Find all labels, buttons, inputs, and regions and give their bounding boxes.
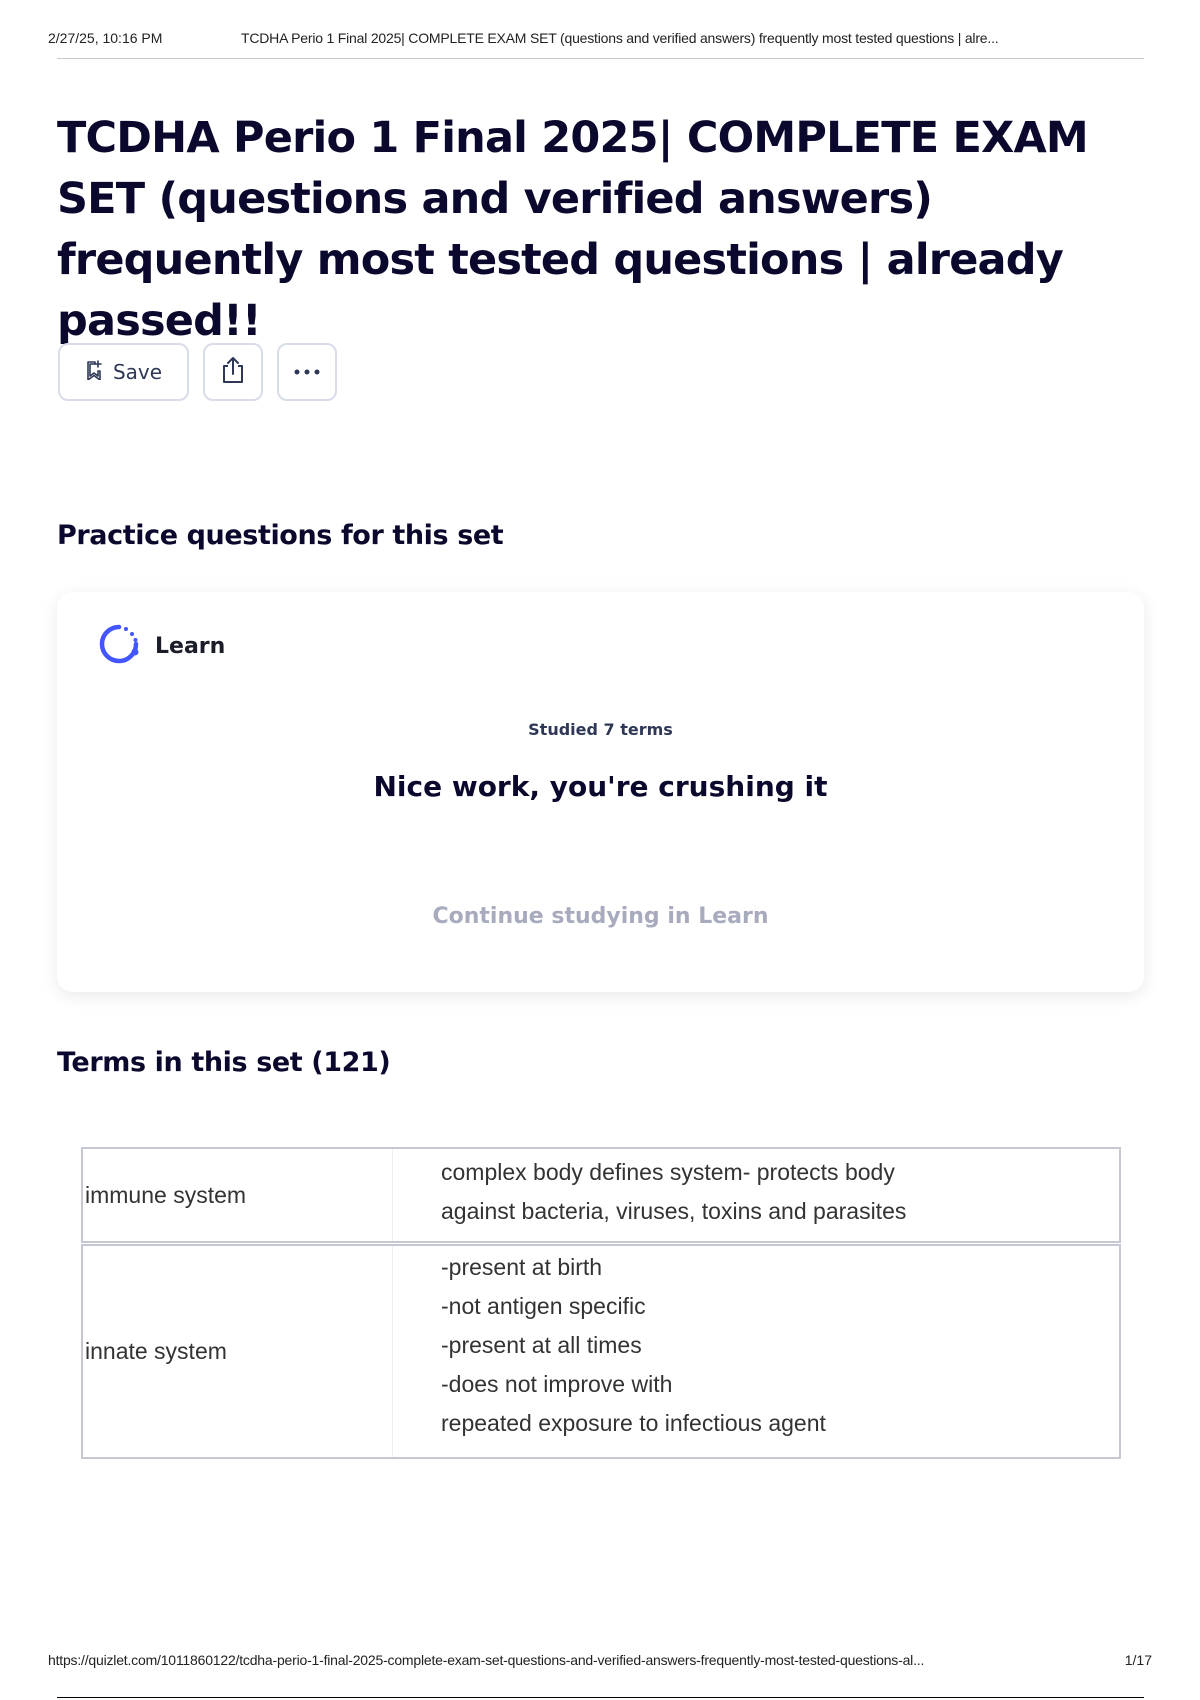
- learn-card[interactable]: Learn Studied 7 terms Nice work, you're …: [57, 592, 1144, 992]
- term-cell: innate system: [83, 1246, 393, 1457]
- learn-mode-header: Learn: [97, 622, 225, 671]
- definition-cell: -present at birth -not antigen specific …: [393, 1246, 1119, 1457]
- studied-count: Studied 7 terms: [528, 720, 673, 739]
- practice-heading: Practice questions for this set: [57, 520, 504, 551]
- share-button[interactable]: [203, 343, 263, 401]
- definition-line: -does not improve with: [441, 1371, 673, 1397]
- continue-learn-link[interactable]: Continue studying in Learn: [57, 904, 1144, 929]
- definition-line: -not antigen specific: [441, 1293, 646, 1319]
- table-row[interactable]: immune system complex body defines syste…: [81, 1147, 1121, 1243]
- save-button-label: Save: [112, 360, 163, 384]
- more-options-icon: [293, 363, 321, 381]
- definition-line: -present at all times: [441, 1332, 642, 1358]
- table-row[interactable]: innate system -present at birth -not ant…: [81, 1244, 1121, 1459]
- definition-line: -present at birth: [441, 1254, 603, 1280]
- print-doc-title: TCDHA Perio 1 Final 2025| COMPLETE EXAM …: [241, 30, 999, 46]
- definition-line: repeated exposure to infectious agent: [441, 1410, 826, 1436]
- share-icon: [219, 355, 247, 390]
- save-button[interactable]: Save: [58, 343, 189, 401]
- learn-progress-icon: [97, 622, 141, 671]
- terms-table: immune system complex body defines syste…: [81, 1147, 1121, 1460]
- print-url: https://quizlet.com/1011860122/tcdha-per…: [48, 1652, 925, 1668]
- page-title: TCDHA Perio 1 Final 2025| COMPLETE EXAM …: [57, 113, 1089, 346]
- praise-message: Nice work, you're crushing it: [373, 770, 828, 803]
- definition-line: complex body defines system- protects bo…: [441, 1159, 895, 1185]
- definition-cell: complex body defines system- protects bo…: [393, 1149, 1119, 1241]
- print-page-number: 1/17: [1124, 1652, 1152, 1668]
- definition-line: against bacteria, viruses, toxins and pa…: [441, 1198, 907, 1224]
- bookmark-add-icon: [85, 359, 103, 385]
- print-header-divider: [57, 58, 1144, 59]
- action-toolbar: Save: [58, 343, 337, 403]
- print-footer: https://quizlet.com/1011860122/tcdha-per…: [48, 1652, 1152, 1672]
- more-options-button[interactable]: [277, 343, 337, 401]
- term-cell: immune system: [83, 1149, 393, 1241]
- print-date: 2/27/25, 10:16 PM: [48, 30, 163, 46]
- terms-heading: Terms in this set (121): [57, 1047, 391, 1078]
- learn-mode-label: Learn: [155, 634, 226, 659]
- print-footer-divider: [57, 1697, 1144, 1698]
